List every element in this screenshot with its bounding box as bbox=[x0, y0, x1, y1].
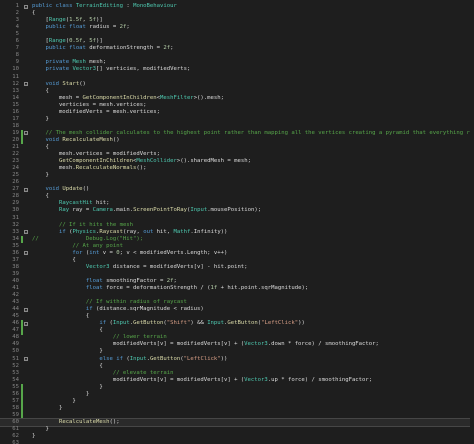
collapse-icon[interactable]: − bbox=[24, 307, 28, 312]
collapse-icon[interactable]: − bbox=[24, 321, 28, 326]
code-line[interactable]: 63 bbox=[0, 440, 474, 444]
line-number: 63 bbox=[12, 440, 19, 444]
collapse-icon[interactable]: − bbox=[24, 357, 28, 362]
collapse-icon[interactable]: − bbox=[24, 187, 28, 192]
collapse-icon[interactable]: − bbox=[24, 251, 28, 256]
collapse-icon[interactable]: − bbox=[24, 82, 28, 87]
vertical-scrollbar[interactable] bbox=[470, 0, 474, 444]
code-editor[interactable]: 1− public class TerrainEditing : MonoBeha… bbox=[0, 0, 474, 444]
collapse-icon[interactable]: − bbox=[24, 131, 28, 136]
collapse-icon[interactable]: − bbox=[24, 230, 28, 235]
collapse-icon[interactable]: − bbox=[24, 4, 28, 9]
